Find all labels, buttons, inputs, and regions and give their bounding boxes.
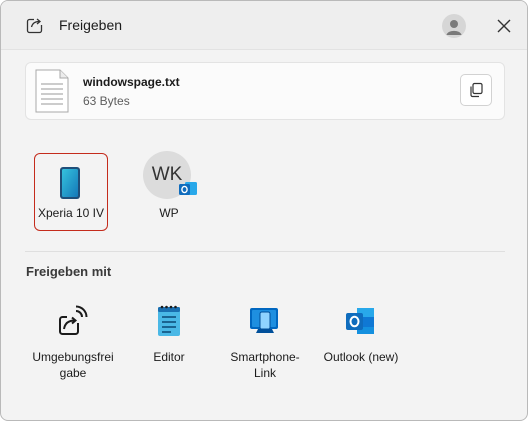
- phone-icon: [60, 167, 80, 199]
- app-phone-link[interactable]: Smartphone- Link: [217, 299, 313, 391]
- account-avatar-button[interactable]: [442, 14, 466, 38]
- title-bar: Freigeben: [1, 1, 527, 50]
- share-with-heading: Freigeben mit: [26, 264, 112, 279]
- copy-icon: [470, 82, 483, 98]
- app-label: Outlook (new): [323, 350, 399, 364]
- person-icon: [446, 20, 462, 35]
- share-dialog: Freigeben windowspage.txt 63 Bytes Xperi…: [0, 0, 528, 421]
- file-name: windowspage.txt: [83, 75, 180, 89]
- outlook-badge-icon: [179, 182, 197, 195]
- file-size: 63 Bytes: [83, 94, 130, 108]
- app-label: Editor: [153, 350, 185, 364]
- app-label: Umgebungsfrei gabe: [32, 350, 114, 380]
- nearby-share-icon: [59, 305, 88, 335]
- copy-button[interactable]: [460, 74, 492, 106]
- app-editor[interactable]: Editor: [121, 299, 217, 391]
- app-label: Smartphone- Link: [230, 350, 300, 380]
- dialog-title: Freigeben: [59, 17, 123, 33]
- notepad-icon: [158, 305, 180, 336]
- file-card: windowspage.txt 63 Bytes: [25, 62, 505, 120]
- device-xperia[interactable]: Xperia 10 IV: [34, 153, 108, 231]
- app-nearby-sharing[interactable]: Umgebungsfrei gabe: [25, 299, 121, 391]
- device-label: Xperia 10 IV: [37, 206, 105, 220]
- app-outlook-new[interactable]: Outlook (new): [313, 299, 409, 391]
- phone-link-icon: [250, 308, 278, 333]
- outlook-icon: [346, 308, 374, 334]
- divider: [25, 251, 505, 252]
- close-icon[interactable]: [495, 17, 513, 35]
- contact-label: WP: [159, 206, 179, 220]
- share-icon: [26, 16, 45, 34]
- contact-wp[interactable]: WK WP: [131, 151, 207, 227]
- text-file-icon: [35, 69, 69, 113]
